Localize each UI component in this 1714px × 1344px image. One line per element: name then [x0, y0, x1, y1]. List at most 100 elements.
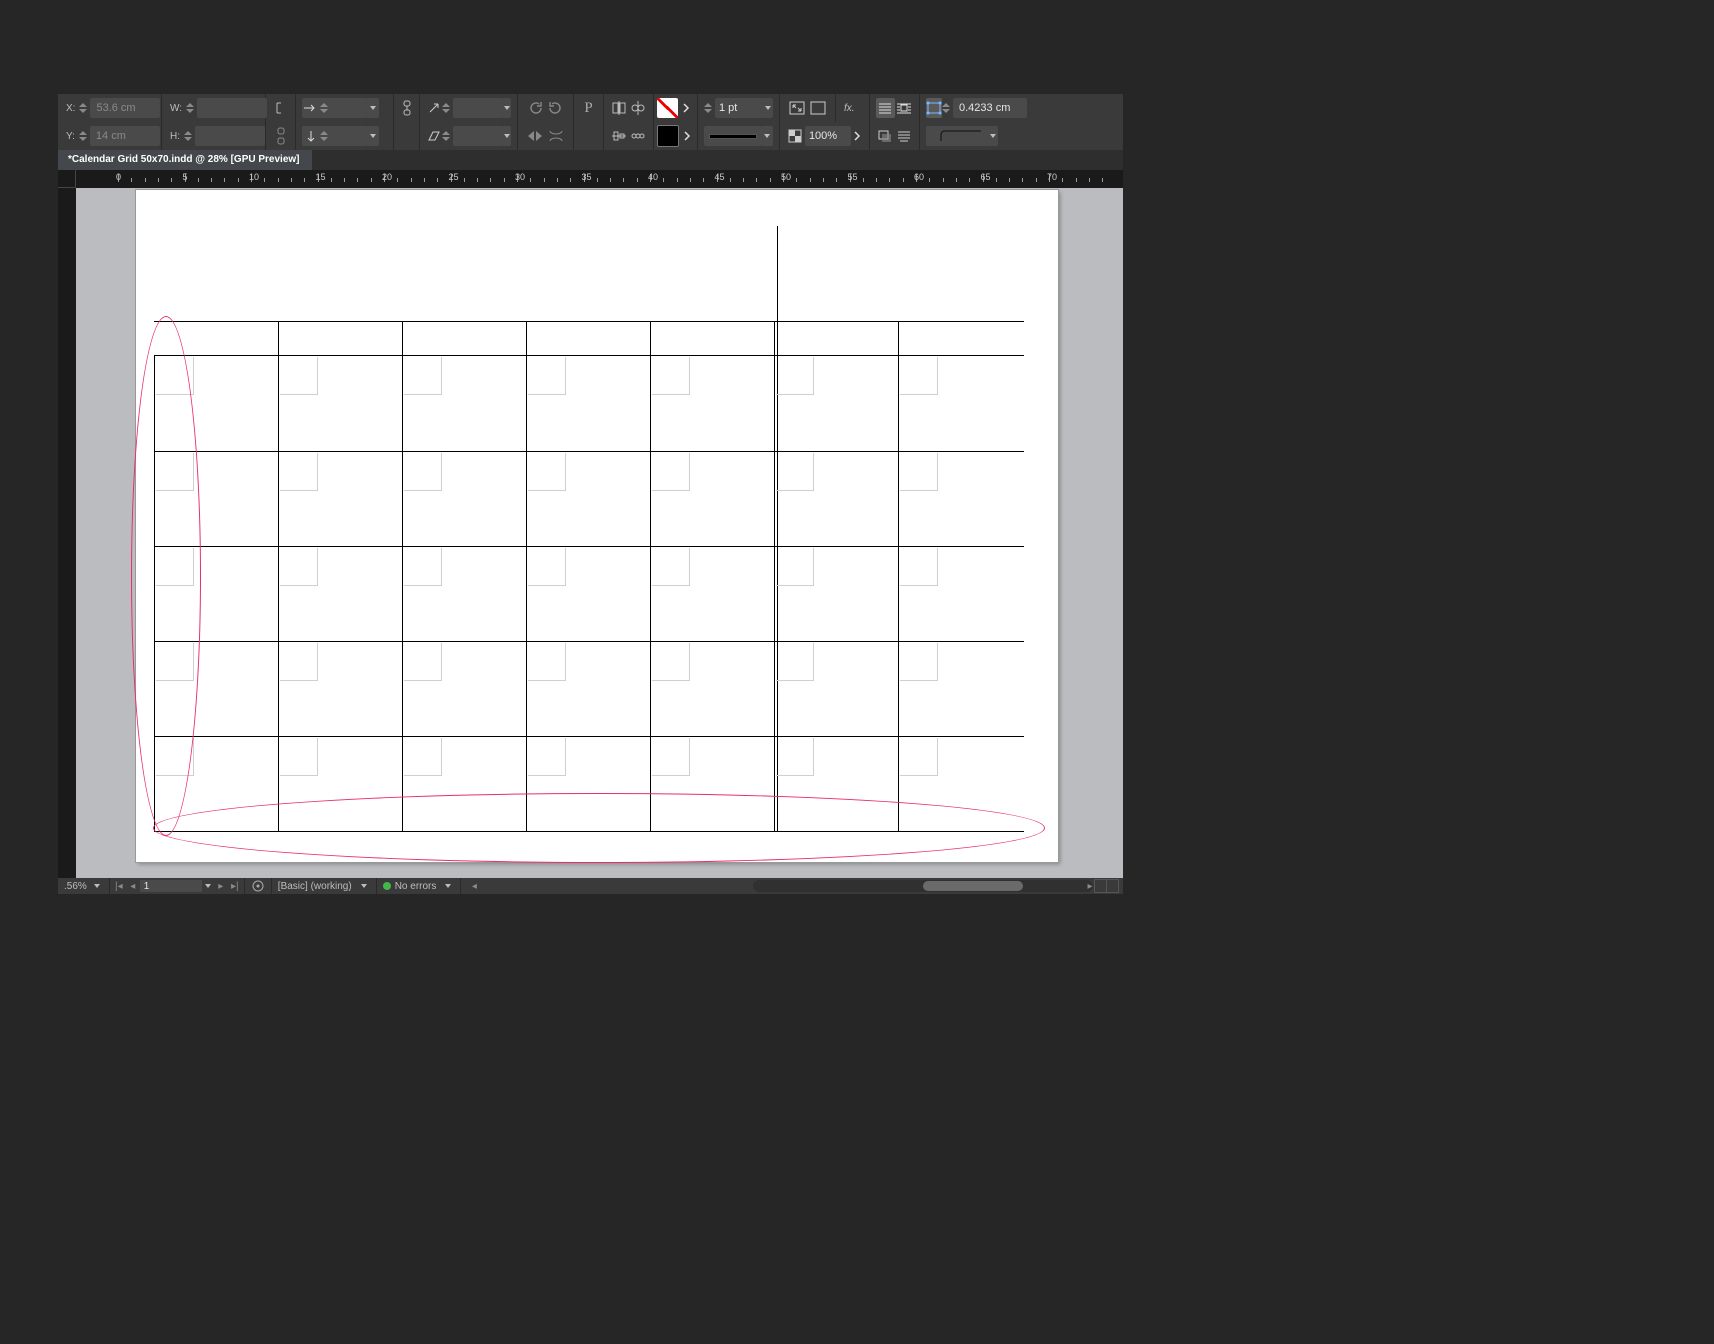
transparency-icon[interactable]: [786, 126, 805, 146]
corner-radius-spinner[interactable]: [942, 103, 950, 113]
flip-horizontal-icon[interactable]: [524, 126, 546, 146]
day-number-cell: [900, 453, 938, 491]
shear-field[interactable]: [453, 126, 503, 146]
split-view-toggle[interactable]: [1095, 879, 1119, 893]
paragraph-style-icon[interactable]: P: [580, 98, 597, 118]
y-spinner[interactable]: [79, 131, 87, 141]
rotate-cw-icon[interactable]: [546, 98, 568, 118]
y-label: Y:: [66, 131, 75, 142]
day-number-cell: [652, 643, 690, 681]
corner-shape-field[interactable]: [926, 126, 987, 146]
rotate-ccw-icon[interactable]: [524, 98, 546, 118]
stroke-style-dropdown[interactable]: [762, 126, 774, 146]
calendar-grid[interactable]: [154, 321, 1024, 831]
constrain-wh-icon[interactable]: [272, 126, 289, 146]
corner-options-icon[interactable]: [926, 98, 942, 118]
stroke-weight-dropdown[interactable]: [763, 98, 773, 118]
object-style-label[interactable]: [Basic] (working): [278, 881, 352, 892]
page-number-field[interactable]: [140, 880, 202, 892]
w-field[interactable]: [197, 98, 267, 118]
object-style-dropdown[interactable]: [358, 876, 370, 896]
zoom-dropdown[interactable]: [91, 876, 103, 896]
document-viewport[interactable]: [58, 188, 1123, 878]
status-bar: .56% |◂ ◂ ▸ ▸| [Basic] (working) No erro…: [58, 878, 1123, 894]
align-object-icon[interactable]: [610, 126, 629, 146]
w-spinner[interactable]: [186, 103, 194, 113]
day-number-cell: [652, 548, 690, 586]
stroke-apply-arrow[interactable]: [679, 126, 694, 146]
page[interactable]: [136, 190, 1058, 862]
day-number-cell: [652, 453, 690, 491]
x-spinner[interactable]: [79, 103, 87, 113]
horizontal-scrollbar[interactable]: [753, 880, 1093, 892]
fit-content-proportionally-icon[interactable]: [786, 98, 808, 118]
vertical-ruler[interactable]: [58, 188, 76, 878]
opacity-caret[interactable]: [851, 126, 863, 146]
fill-frame-proportionally-icon[interactable]: [808, 98, 830, 118]
document-tab[interactable]: *Calendar Grid 50x70.indd @ 28% [GPU Pre…: [58, 150, 312, 170]
day-number-cell: [280, 548, 318, 586]
page-dropdown[interactable]: [202, 876, 214, 896]
ruler-origin[interactable]: [58, 170, 76, 188]
scale-x-field[interactable]: [302, 98, 367, 118]
rotate-field[interactable]: [453, 98, 503, 118]
scale-y-field[interactable]: [302, 126, 367, 146]
control-bar: X: W:: [58, 94, 1123, 151]
day-number-cell: [404, 738, 442, 776]
flip-vertical-icon[interactable]: [546, 126, 568, 146]
next-page-button[interactable]: ▸: [214, 879, 228, 893]
fx-button[interactable]: fx.: [844, 103, 855, 114]
day-number-cell: [156, 738, 194, 776]
day-number-cell: [528, 357, 566, 395]
rotate-icon: [426, 98, 442, 118]
day-number-cell: [776, 643, 814, 681]
select-content-icon[interactable]: [629, 98, 648, 118]
scale-y-dropdown[interactable]: [367, 126, 379, 146]
stroke-style-field[interactable]: [704, 126, 762, 146]
h-field[interactable]: [195, 126, 265, 146]
day-number-cell: [404, 643, 442, 681]
shear-spinner[interactable]: [442, 131, 450, 141]
corner-shape-dropdown[interactable]: [987, 126, 998, 146]
corner-radius-field[interactable]: [953, 98, 1027, 118]
day-number-cell: [900, 738, 938, 776]
horizontal-ruler[interactable]: 0510152025303540455055606570: [58, 170, 1123, 188]
day-number-cell: [900, 643, 938, 681]
stroke-swatch[interactable]: [657, 125, 679, 147]
zoom-level[interactable]: .56%: [64, 881, 87, 892]
wrap-around-icon[interactable]: [895, 98, 914, 118]
x-field[interactable]: [90, 98, 160, 118]
drop-shadow-icon[interactable]: [876, 126, 895, 146]
rotate-spinner[interactable]: [442, 103, 450, 113]
link-scale-icon[interactable]: [400, 98, 414, 118]
y-field[interactable]: [90, 126, 160, 146]
day-number-cell: [156, 643, 194, 681]
preflight-dropdown[interactable]: [442, 876, 454, 896]
stroke-weight-field[interactable]: [715, 98, 763, 118]
preflight-label[interactable]: No errors: [395, 881, 437, 892]
scale-lock-icon[interactable]: [272, 98, 289, 118]
distribute-object-icon[interactable]: [629, 126, 648, 146]
day-number-cell: [404, 357, 442, 395]
shear-dropdown[interactable]: [503, 126, 511, 146]
feather-icon[interactable]: [895, 126, 914, 146]
open-panel-icon[interactable]: [251, 879, 265, 893]
stroke-weight-spinner[interactable]: [704, 103, 712, 113]
shear-icon: [426, 126, 442, 146]
document-tab-title: *Calendar Grid 50x70.indd @ 28% [GPU Pre…: [68, 154, 300, 165]
prev-page-button[interactable]: ◂: [126, 879, 140, 893]
scale-x-dropdown[interactable]: [367, 98, 379, 118]
day-number-cell: [776, 548, 814, 586]
opacity-field[interactable]: [805, 126, 851, 146]
status-prev-icon[interactable]: ◂: [467, 879, 481, 893]
fill-swatch[interactable]: [657, 98, 678, 118]
wrap-none-icon[interactable]: [876, 98, 895, 118]
select-container-icon[interactable]: [610, 98, 629, 118]
horizontal-scrollbar-thumb[interactable]: [923, 881, 1023, 891]
fill-apply-arrow[interactable]: [678, 98, 694, 118]
first-page-button[interactable]: |◂: [112, 879, 126, 893]
h-spinner[interactable]: [184, 131, 192, 141]
day-number-cell: [652, 738, 690, 776]
rotate-dropdown[interactable]: [503, 98, 511, 118]
last-page-button[interactable]: ▸|: [228, 879, 242, 893]
